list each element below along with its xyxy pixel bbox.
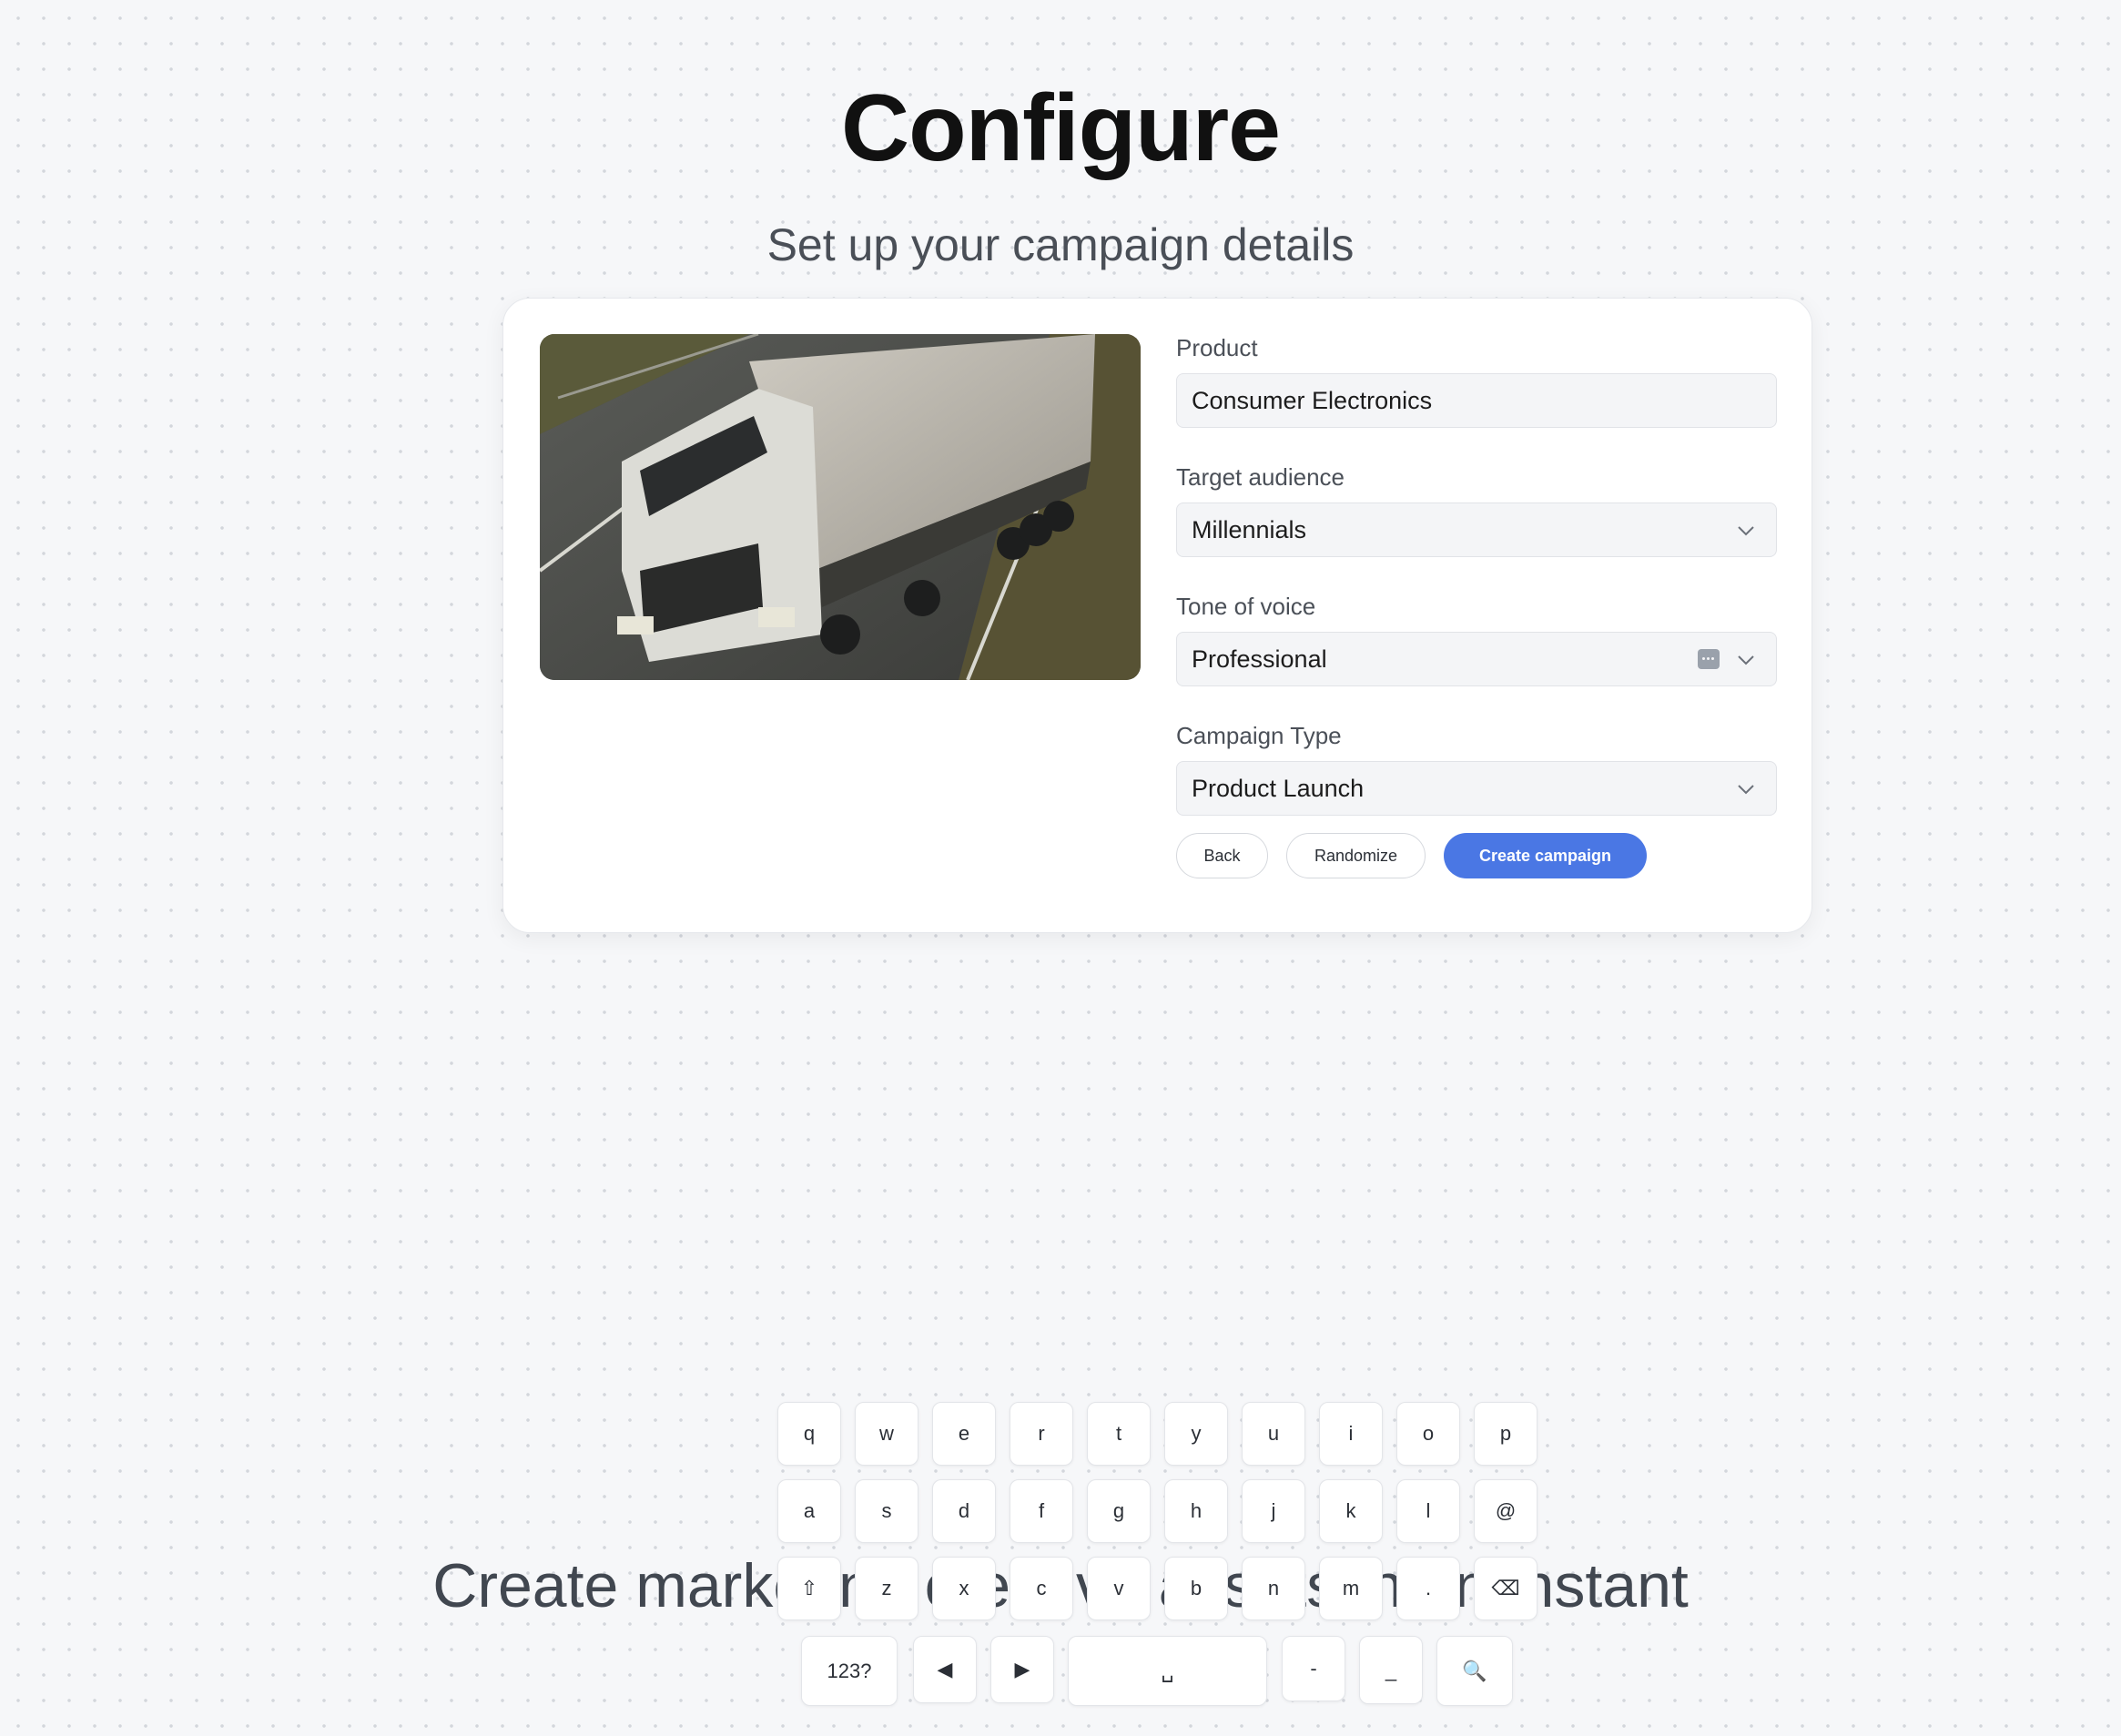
key-e[interactable]: e (932, 1402, 996, 1466)
back-button[interactable]: Back (1176, 833, 1268, 878)
backspace-key-icon[interactable]: ⌫ (1474, 1557, 1537, 1620)
key-g[interactable]: g (1087, 1479, 1151, 1543)
key-d[interactable]: d (932, 1479, 996, 1543)
key-x[interactable]: x (932, 1557, 996, 1620)
key-f[interactable]: f (1010, 1479, 1073, 1543)
chevron-down-icon (1738, 785, 1754, 795)
key-hyphen[interactable]: - (1282, 1636, 1345, 1701)
key-r[interactable]: r (1010, 1402, 1073, 1466)
product-label: Product (1176, 334, 1258, 361)
page-title: Configure (840, 76, 1281, 181)
key-period[interactable]: . (1396, 1557, 1460, 1620)
space-key[interactable]: ␣ (1068, 1636, 1267, 1706)
key-o[interactable]: o (1396, 1402, 1460, 1466)
key-z[interactable]: z (855, 1557, 918, 1620)
key-at[interactable]: @ (1474, 1479, 1537, 1543)
randomize-button[interactable]: Randomize (1286, 833, 1426, 878)
chevron-down-icon (1738, 655, 1754, 665)
key-s[interactable]: s (855, 1479, 918, 1543)
shift-key-icon[interactable]: ⇧ (777, 1557, 841, 1620)
key-u[interactable]: u (1242, 1402, 1305, 1466)
campaign-card: Product Consumer Electronics Target audi… (502, 298, 1812, 933)
target-audience-label: Target audience (1176, 463, 1345, 491)
key-underscore[interactable]: _ (1359, 1636, 1423, 1704)
search-key-icon[interactable]: 🔍 (1436, 1636, 1513, 1706)
target-audience-select[interactable]: Millennials (1176, 503, 1777, 557)
more-options-icon[interactable] (1698, 649, 1720, 669)
target-audience-value: Millennials (1192, 515, 1307, 543)
chevron-down-icon (1738, 526, 1754, 536)
page-subtitle: Set up your campaign details (766, 219, 1355, 270)
key-t[interactable]: t (1087, 1402, 1151, 1466)
key-l[interactable]: l (1396, 1479, 1460, 1543)
key-c[interactable]: c (1010, 1557, 1073, 1620)
key-v[interactable]: v (1087, 1557, 1151, 1620)
product-field[interactable]: Consumer Electronics (1176, 373, 1777, 428)
arrow-left-key-icon[interactable]: ◀ (913, 1636, 977, 1703)
tone-of-voice-value: Professional (1192, 645, 1327, 673)
key-j[interactable]: j (1242, 1479, 1305, 1543)
key-h[interactable]: h (1164, 1479, 1228, 1543)
key-i[interactable]: i (1319, 1402, 1383, 1466)
truck-photo (540, 334, 1141, 680)
key-b[interactable]: b (1164, 1557, 1228, 1620)
arrow-right-key-icon[interactable]: ▶ (990, 1636, 1054, 1703)
campaign-type-select[interactable]: Product Launch (1176, 761, 1777, 816)
create-campaign-button[interactable]: Create campaign (1444, 833, 1647, 878)
key-q[interactable]: q (777, 1402, 841, 1466)
campaign-type-label: Campaign Type (1176, 722, 1342, 749)
key-a[interactable]: a (777, 1479, 841, 1543)
key-p[interactable]: p (1474, 1402, 1537, 1466)
tone-of-voice-select[interactable]: Professional (1176, 632, 1777, 686)
key-k[interactable]: k (1319, 1479, 1383, 1543)
product-value: Consumer Electronics (1192, 386, 1433, 414)
key-y[interactable]: y (1164, 1402, 1228, 1466)
key-n[interactable]: n (1242, 1557, 1305, 1620)
key-m[interactable]: m (1319, 1557, 1383, 1620)
numbers-key[interactable]: 123? (801, 1636, 898, 1706)
key-w[interactable]: w (855, 1402, 918, 1466)
campaign-type-value: Product Launch (1192, 774, 1365, 802)
tone-of-voice-label: Tone of voice (1176, 593, 1316, 620)
